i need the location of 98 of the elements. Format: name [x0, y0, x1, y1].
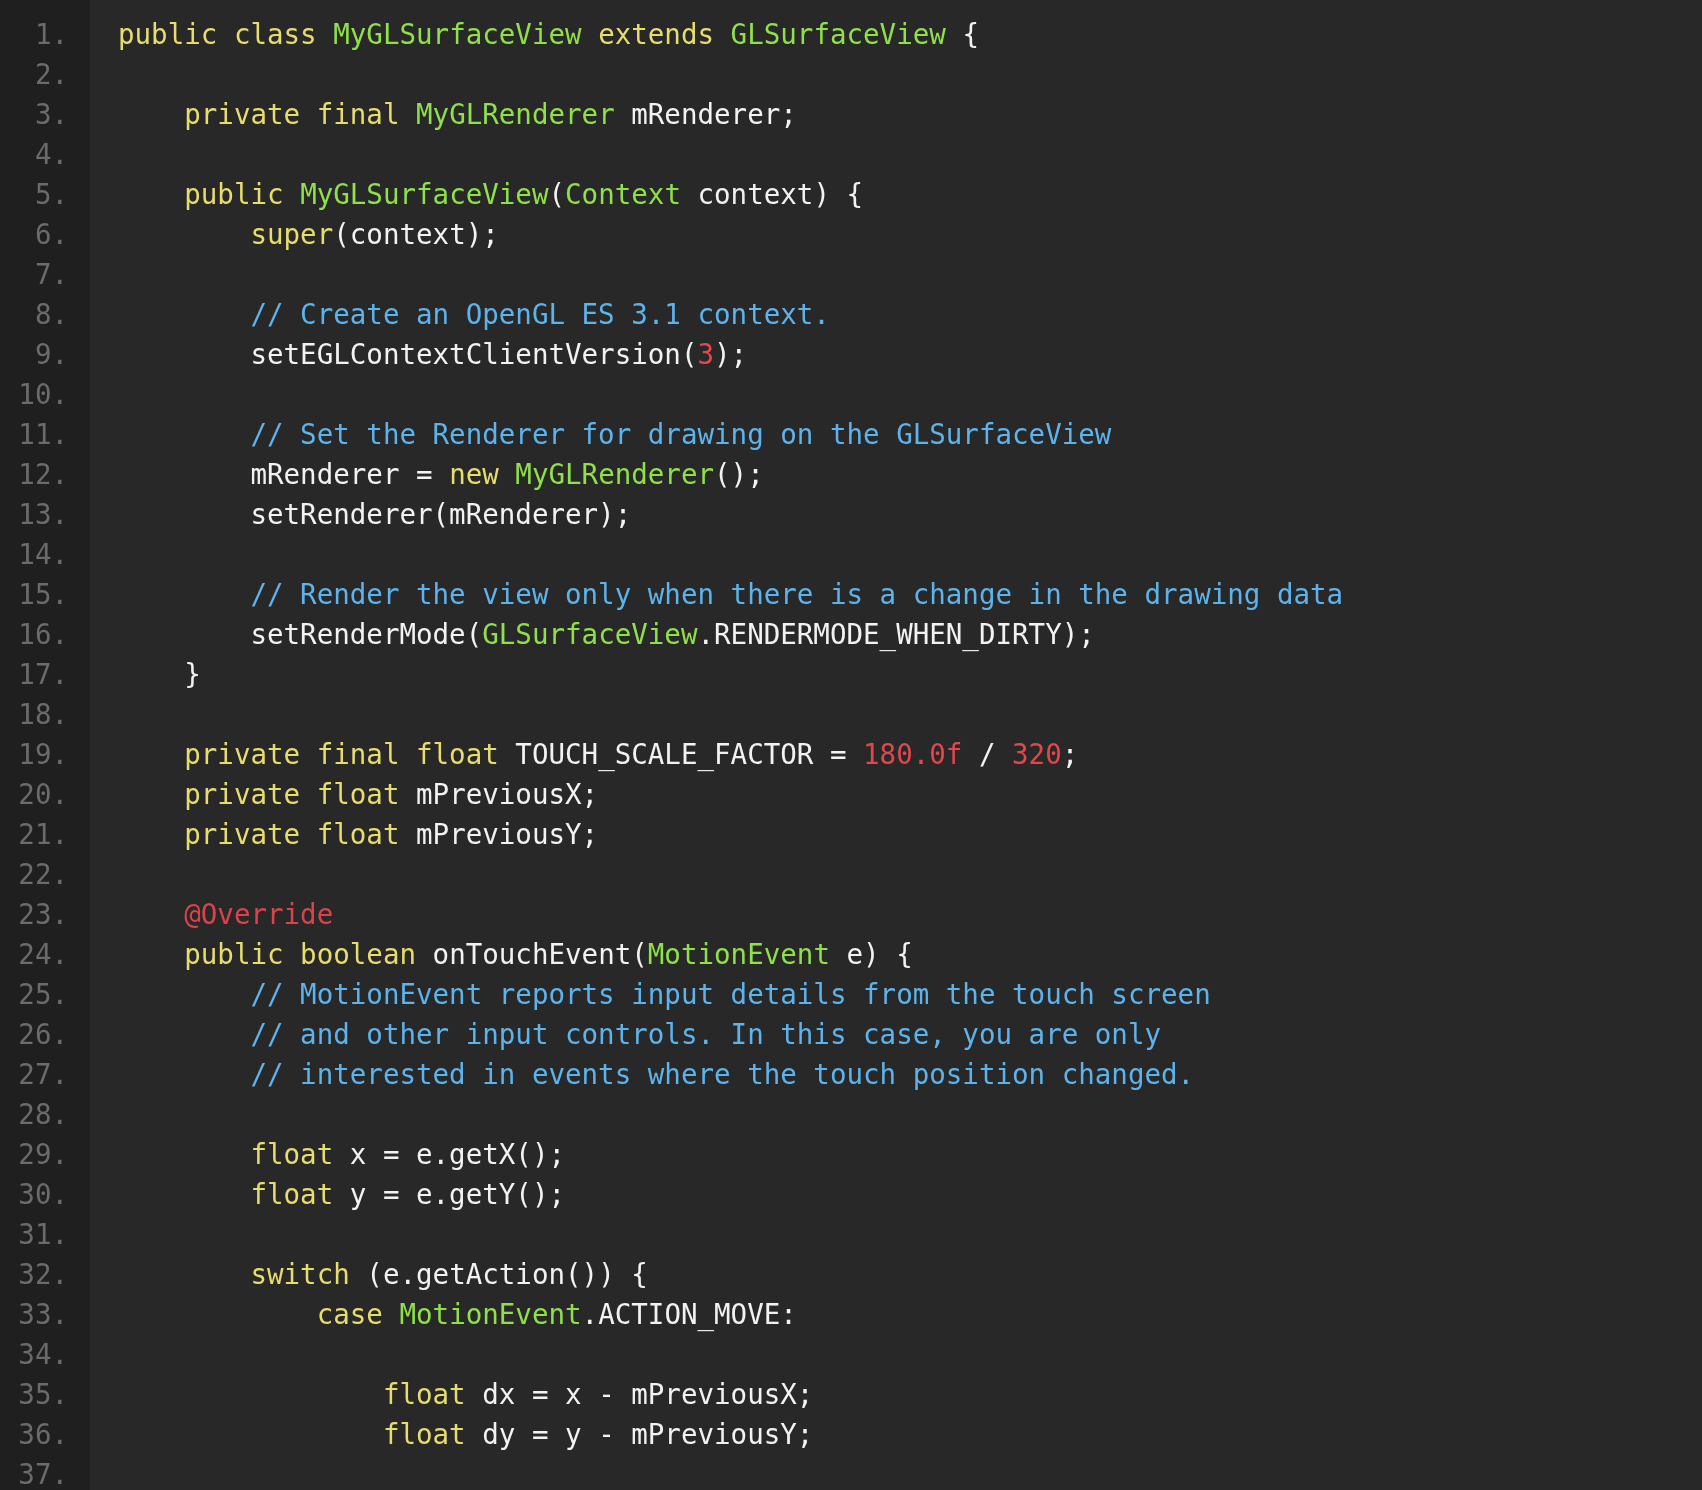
- code-text: setRenderer(mRenderer);: [250, 498, 632, 530]
- line-number: 5.: [34, 177, 68, 212]
- line-number: 9.: [34, 337, 68, 372]
- code-text: TOUCH_SCALE_FACTOR =: [515, 738, 848, 770]
- code-text: {: [962, 18, 979, 50]
- line-number: 16.: [18, 617, 68, 652]
- line-number: 27.: [18, 1057, 68, 1092]
- class-name: MyGLRenderer: [515, 458, 715, 490]
- keyword: super: [250, 218, 334, 250]
- code-text: x = e.getX();: [349, 1138, 565, 1170]
- number-literal: 320: [1012, 738, 1062, 770]
- code-text: .RENDERMODE_WHEN_DIRTY);: [697, 618, 1095, 650]
- line-number: 35.: [18, 1377, 68, 1412]
- code-text: dy = y - mPreviousY;: [482, 1418, 814, 1450]
- code-text: mRenderer =: [250, 458, 434, 490]
- code-text: .ACTION_MOVE:: [581, 1298, 797, 1330]
- line-number: 14.: [18, 537, 68, 572]
- line-number: 21.: [18, 817, 68, 852]
- code-text: (: [548, 178, 566, 210]
- class-name: GLSurfaceView: [482, 618, 698, 650]
- code-text: /: [977, 738, 997, 770]
- line-number: 32.: [18, 1257, 68, 1292]
- line-number: 25.: [18, 977, 68, 1012]
- keyword: private float: [184, 818, 401, 850]
- code-text: context) {: [697, 178, 864, 210]
- code-text: (e.getAction()) {: [366, 1258, 648, 1290]
- keyword: float: [250, 1178, 335, 1210]
- keyword: float: [382, 1418, 467, 1450]
- code-text: mPreviousY;: [416, 818, 599, 850]
- class-name: MyGLRenderer: [416, 98, 616, 130]
- line-number: 23.: [18, 897, 68, 932]
- line-number: 24.: [18, 937, 68, 972]
- code-comment: // Set the Renderer for drawing on the GLSurfaceView: [250, 418, 1112, 450]
- annotation: @Override: [184, 898, 334, 930]
- line-number: 8.: [34, 297, 68, 332]
- line-number: 37.: [18, 1457, 68, 1490]
- line-number: 19.: [18, 737, 68, 772]
- line-number: 34.: [18, 1337, 68, 1372]
- code-comment: // Render the view only when there is a change in the drawing data: [250, 578, 1344, 610]
- line-number: 15.: [18, 577, 68, 612]
- code-text: setEGLContextClientVersion(: [250, 338, 698, 370]
- keyword: new: [449, 458, 500, 490]
- code-text: mRenderer;: [631, 98, 797, 130]
- line-number: 6.: [34, 217, 68, 252]
- line-number: 3.: [34, 97, 68, 132]
- line-number: 12.: [18, 457, 68, 492]
- code-text: }: [184, 658, 201, 690]
- line-number: 2.: [34, 57, 68, 92]
- keyword: private final float: [184, 738, 500, 770]
- code-text: (context);: [333, 218, 499, 250]
- number-literal: 180.0f: [863, 738, 963, 770]
- keyword: public boolean: [184, 938, 417, 970]
- code-text: mPreviousX;: [416, 778, 599, 810]
- line-number: 33.: [18, 1297, 68, 1332]
- line-number: 28.: [18, 1097, 68, 1132]
- line-number: 7.: [34, 257, 68, 292]
- code-text: e) {: [846, 938, 913, 970]
- line-number: 10.: [18, 377, 68, 412]
- line-number: 30.: [18, 1177, 68, 1212]
- line-number: 11.: [18, 417, 68, 452]
- line-number: 17.: [18, 657, 68, 692]
- code-text: onTouchEvent(: [432, 938, 648, 970]
- code-text: ();: [714, 458, 764, 490]
- keyword: private float: [184, 778, 401, 810]
- code-text: );: [714, 338, 748, 370]
- keyword: float: [250, 1138, 335, 1170]
- line-number: 36.: [18, 1417, 68, 1452]
- line-number: 13.: [18, 497, 68, 532]
- line-number: 29.: [18, 1137, 68, 1172]
- code-text: dx = x - mPreviousX;: [482, 1378, 814, 1410]
- number-literal: 3: [697, 338, 715, 370]
- class-name: GLSurfaceView: [730, 18, 947, 50]
- line-number: 20.: [18, 777, 68, 812]
- line-number: 4.: [34, 137, 68, 172]
- class-name: MotionEvent: [399, 1298, 582, 1330]
- line-number: 18.: [18, 697, 68, 732]
- code-comment: // and other input controls. In this case, you are only: [250, 1018, 1162, 1050]
- line-number: 1.: [34, 17, 68, 52]
- keyword: public: [184, 178, 285, 210]
- keyword: extends: [598, 18, 716, 50]
- keyword: case: [316, 1298, 384, 1330]
- class-name: MotionEvent: [647, 938, 831, 970]
- class-name: MyGLSurfaceView: [300, 178, 549, 210]
- keyword: float: [382, 1378, 467, 1410]
- line-number: 26.: [18, 1017, 68, 1052]
- code-comment: // MotionEvent reports input details from the touch screen: [250, 978, 1211, 1010]
- class-name: Context: [565, 178, 682, 210]
- class-name: MyGLSurfaceView: [333, 18, 583, 50]
- keyword: switch: [250, 1258, 351, 1290]
- keyword: private final: [184, 98, 401, 130]
- keyword: public class: [118, 18, 318, 50]
- code-text: y = e.getY();: [349, 1178, 565, 1210]
- line-number: 22.: [18, 857, 68, 892]
- code-text: ;: [1061, 738, 1079, 770]
- line-number: 31.: [18, 1217, 68, 1252]
- code-comment: // interested in events where the touch position changed.: [250, 1058, 1195, 1090]
- code-comment: // Create an OpenGL ES 3.1 context.: [250, 298, 830, 330]
- code-text: setRenderMode(: [250, 618, 483, 650]
